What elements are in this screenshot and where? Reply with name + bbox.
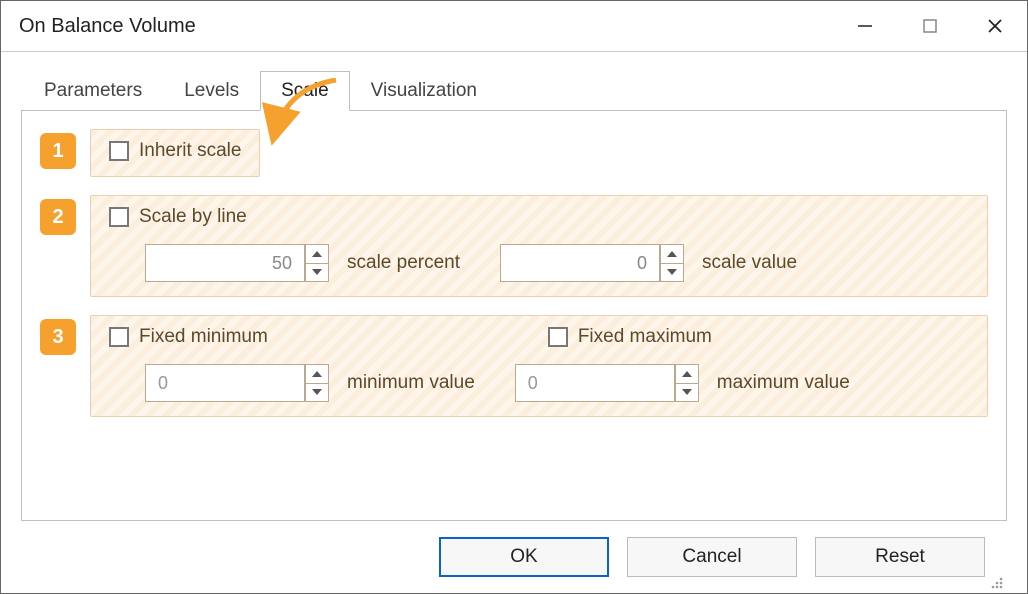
- maximize-icon: [923, 19, 937, 33]
- fixed-minimum-label: Fixed minimum: [139, 326, 268, 348]
- fixed-maximum-label: Fixed maximum: [578, 326, 712, 348]
- fixed-checks: Fixed minimum Fixed maximum: [109, 326, 969, 348]
- scale-value-field: scale value: [500, 244, 797, 282]
- scale-by-line-option: Scale by line: [109, 206, 969, 228]
- scale-by-line-fields: scale percent scale value: [109, 244, 969, 282]
- maximum-field: maximum value: [515, 364, 850, 402]
- fixed-maximum-option: Fixed maximum: [548, 326, 712, 348]
- scale-percent-down[interactable]: [305, 263, 329, 283]
- minimum-up[interactable]: [305, 364, 329, 383]
- inherit-scale-option: Inherit scale: [109, 140, 241, 162]
- tab-scale[interactable]: Scale: [260, 71, 350, 111]
- maximum-numbox: [515, 364, 699, 402]
- badge-1: 1: [40, 133, 76, 169]
- fixed-maximum-checkbox[interactable]: [548, 327, 568, 347]
- fixed-minimum-checkbox[interactable]: [109, 327, 129, 347]
- scale-value-numbox: [500, 244, 684, 282]
- dialog-window: On Balance Volume Parameters Levels: [0, 0, 1028, 594]
- fixed-fields: minimum value maximum value: [109, 364, 969, 402]
- close-icon: [987, 18, 1003, 34]
- scale-percent-input[interactable]: [145, 244, 305, 282]
- chevron-down-icon: [312, 389, 322, 395]
- row-fixed: 3 Fixed minimum Fixed maximum: [40, 315, 988, 417]
- badge-3: 3: [40, 319, 76, 355]
- resize-grip-icon[interactable]: [989, 575, 1003, 589]
- tab-panel-scale: 1 Inherit scale 2 Scale by line: [21, 110, 1007, 521]
- minimum-numbox: [145, 364, 329, 402]
- section-fixed: Fixed minimum Fixed maximum: [90, 315, 988, 417]
- tab-bar: Parameters Levels Scale Visualization: [23, 70, 1007, 110]
- ok-button[interactable]: OK: [439, 537, 609, 577]
- row-inherit: 1 Inherit scale: [40, 129, 988, 177]
- minimum-field: minimum value: [145, 364, 475, 402]
- minimum-down[interactable]: [305, 383, 329, 403]
- scale-percent-label: scale percent: [347, 252, 460, 274]
- chevron-up-icon: [667, 251, 677, 257]
- inherit-scale-label: Inherit scale: [139, 140, 241, 162]
- chevron-up-icon: [312, 251, 322, 257]
- scale-value-label: scale value: [702, 252, 797, 274]
- section-inherit: Inherit scale: [90, 129, 260, 177]
- close-button[interactable]: [962, 1, 1027, 51]
- reset-button[interactable]: Reset: [815, 537, 985, 577]
- minimum-input[interactable]: [145, 364, 305, 402]
- client-area: Parameters Levels Scale Visualization 1 …: [1, 51, 1027, 593]
- minimum-spinner: [305, 364, 329, 402]
- scale-value-spinner: [660, 244, 684, 282]
- scale-percent-spinner: [305, 244, 329, 282]
- window-title: On Balance Volume: [19, 15, 832, 38]
- chevron-down-icon: [312, 269, 322, 275]
- scale-by-line-label: Scale by line: [139, 206, 247, 228]
- minimum-label: minimum value: [347, 372, 475, 394]
- window-controls: [832, 1, 1027, 51]
- minimize-button[interactable]: [832, 1, 897, 51]
- cancel-button[interactable]: Cancel: [627, 537, 797, 577]
- scale-value-down[interactable]: [660, 263, 684, 283]
- maximum-down[interactable]: [675, 383, 699, 403]
- inherit-scale-checkbox[interactable]: [109, 141, 129, 161]
- scale-percent-field: scale percent: [145, 244, 460, 282]
- row-scale-by-line: 2 Scale by line: [40, 195, 988, 297]
- chevron-up-icon: [682, 371, 692, 377]
- tab-parameters[interactable]: Parameters: [23, 71, 163, 111]
- dialog-footer: OK Cancel Reset: [21, 521, 1007, 593]
- scale-value-input[interactable]: [500, 244, 660, 282]
- badge-2: 2: [40, 199, 76, 235]
- maximum-label: maximum value: [717, 372, 850, 394]
- maximum-up[interactable]: [675, 364, 699, 383]
- scale-by-line-checkbox[interactable]: [109, 207, 129, 227]
- tab-visualization[interactable]: Visualization: [350, 71, 498, 111]
- fixed-minimum-option: Fixed minimum: [109, 326, 268, 348]
- tab-levels[interactable]: Levels: [163, 71, 260, 111]
- chevron-down-icon: [667, 269, 677, 275]
- scale-percent-up[interactable]: [305, 244, 329, 263]
- titlebar: On Balance Volume: [1, 1, 1027, 51]
- maximize-button[interactable]: [897, 1, 962, 51]
- section-scale-by-line: Scale by line scale percent: [90, 195, 988, 297]
- scale-value-up[interactable]: [660, 244, 684, 263]
- maximum-input[interactable]: [515, 364, 675, 402]
- chevron-down-icon: [682, 389, 692, 395]
- minimize-icon: [856, 17, 874, 35]
- chevron-up-icon: [312, 371, 322, 377]
- maximum-spinner: [675, 364, 699, 402]
- scale-percent-numbox: [145, 244, 329, 282]
